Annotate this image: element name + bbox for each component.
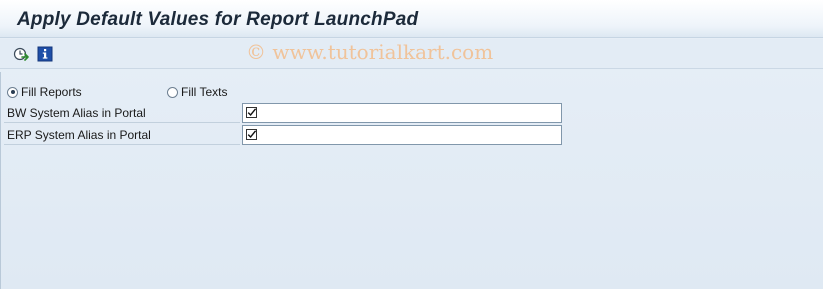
radio-fill-texts-label: Fill Texts xyxy=(181,85,228,99)
execute-icon[interactable] xyxy=(13,46,29,62)
radio-button-selected-icon[interactable] xyxy=(7,86,18,98)
radio-button-unselected-icon[interactable] xyxy=(167,86,178,98)
information-icon[interactable] xyxy=(37,46,53,62)
radio-fill-reports[interactable]: Fill Reports xyxy=(7,84,82,100)
bw-system-alias-input[interactable] xyxy=(242,103,562,123)
radio-fill-reports-label: Fill Reports xyxy=(21,85,82,99)
sap-screen: Apply Default Values for Report LaunchPa… xyxy=(0,0,823,289)
bw-system-alias-label: BW System Alias in Portal xyxy=(7,106,146,120)
field-row-erp-system-alias: ERP System Alias in Portal xyxy=(4,125,240,145)
radio-fill-texts[interactable]: Fill Texts xyxy=(167,84,227,100)
erp-system-alias-input[interactable] xyxy=(242,125,562,145)
watermark: © www.tutorialkart.com xyxy=(246,40,494,64)
title-bar: Apply Default Values for Report LaunchPa… xyxy=(0,0,823,38)
erp-system-alias-label: ERP System Alias in Portal xyxy=(7,128,151,142)
page-title: Apply Default Values for Report LaunchPa… xyxy=(17,9,419,30)
field-row-bw-system-alias: BW System Alias in Portal xyxy=(4,103,240,123)
checkbox-required-icon xyxy=(246,107,257,118)
checkbox-required-icon xyxy=(246,129,257,140)
